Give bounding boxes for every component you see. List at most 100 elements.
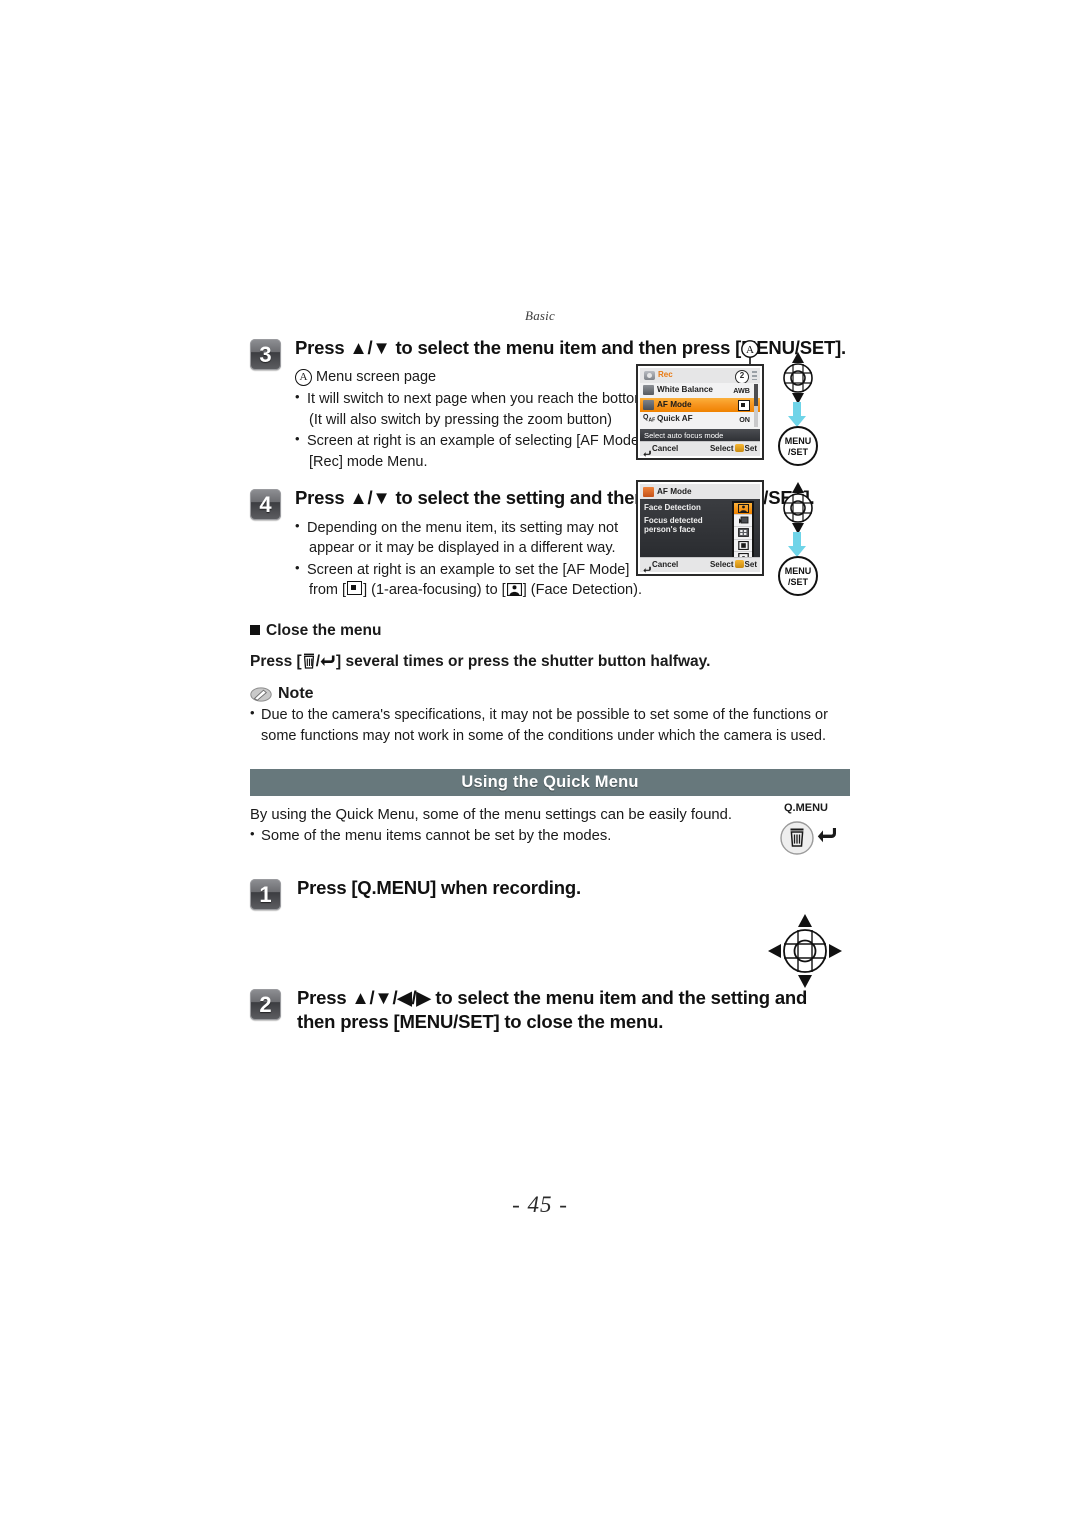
af-option-tracking[interactable] [734,515,752,528]
af-option-face-detection[interactable] [734,503,752,516]
step-4-badge: 4 [250,489,281,521]
quick-step-1: 1 Press [Q.MENU] when recording. [250,876,850,986]
return-arrow-icon [643,561,651,573]
menu-set-button-step4: MENU /SET [777,555,819,602]
close-menu-heading: Close the menu [250,622,850,640]
manual-page: Basic 3 Press ▲/▼ to select the menu ite… [0,0,1080,1528]
set-label: Set [744,444,757,453]
cursor-button-art-step3 [772,352,824,409]
step-3-callout: A Menu screen page [295,367,850,388]
menu-page-number: 2 [735,369,749,384]
step-3-badge: 3 [250,339,281,370]
af-option-one-area[interactable] [734,540,752,552]
menu-row-value: AWB [733,385,750,395]
bullet-line-2: (It will also switch by pressing the zoo… [309,411,613,428]
menu-row[interactable]: QAF Quick AF ON [640,412,760,428]
one-area-focus-icon [347,581,363,596]
note-title: Note [278,685,314,703]
camera-icon [644,371,655,380]
return-arrow-icon [643,445,651,457]
running-head: Basic [525,308,555,323]
list-item: Depending on the menu item, its setting … [295,517,850,559]
quick-menu-intro-text: By using the Quick Menu, some of the men… [250,806,732,823]
quick-af-icon: QAF [643,414,656,424]
af-mode-description-panel: Face Detection Focus detected person's f… [640,499,760,562]
press-post-text: ] several times or press the shutter but… [336,653,711,671]
menu-row-label: Quick AF [657,414,693,423]
af-mid-text: ] (1-area-focusing) to [ [363,582,506,599]
quick-menu-intro-bullet: Some of the menu items cannot be set by … [250,825,850,847]
select-set-label[interactable]: Select Set [710,560,757,569]
trash-icon [302,653,316,669]
list-item: Screen at right is an example of selecti… [295,430,850,472]
note-heading: Note [250,685,850,703]
af-mode-titlebar: AF Mode [640,484,760,500]
face-detection-icon [506,582,522,597]
af-post-text: ] (Face Detection). [522,582,642,599]
step-4-bullets: Depending on the menu item, its setting … [295,517,850,601]
af-mode-icon [643,399,654,410]
note-text: Due to the camera's specifications, it m… [250,704,850,746]
quick-menu-intro: By using the Quick Menu, some of the men… [250,805,850,848]
bullet-line-2: [Rec] mode Menu. [309,453,428,470]
step-3-bullets: It will switch to next page when you rea… [295,388,850,472]
af-mode-title: AF Mode [657,486,692,496]
pencil-icon [250,687,272,702]
camera-screen-af-mode: AF Mode Face Detection Focus detected pe… [636,480,764,576]
white-balance-icon [643,385,654,395]
q-menu-label: Q.MENU [784,802,828,814]
menu-set-chip-icon [734,560,744,568]
quick-step-2-badge: 2 [250,988,281,1020]
q-menu-button-art: Q.MENU [770,802,860,862]
close-menu-heading-text: Close the menu [266,622,382,640]
menu-set-chip-icon [734,444,744,452]
cursor-button-art-step4 [772,482,824,539]
bullet-line-1: Screen at right is an example of selecti… [307,433,659,450]
quick-step-2: 2 Press ▲/▼/◀/▶ to select the menu item … [250,986,850,1035]
menu-row-selected[interactable]: AF Mode [640,397,760,413]
bullet-line-2: from [ ] (1-area-focusing) to [ ] (Face De… [307,580,850,601]
cancel-label[interactable]: Cancel [652,444,678,453]
rec-menu-title: Rec [658,370,673,379]
svg-text:MENU: MENU [785,566,812,576]
press-pre-text: Press [ [250,653,302,671]
page-indicator-dots [752,371,757,380]
select-set-label[interactable]: Select Set [710,444,757,453]
scrollbar-thumb[interactable] [754,384,758,406]
page-number: - 45 - [512,1192,568,1217]
section-band-using-quick-menu: Using the Quick Menu [250,768,850,796]
af-from-text: from [ [309,582,347,599]
four-way-cursor-button-art [762,908,848,999]
menu-footer-bar: Cancel Select Set [640,441,760,457]
svg-text:MENU: MENU [785,436,812,446]
select-label: Select [709,560,734,569]
menu-set-button-step3: MENU /SET [777,425,819,472]
svg-text:A: A [746,344,754,356]
list-item: It will switch to next page when you rea… [295,388,850,430]
menu-row-value: ON [739,414,750,424]
af-option-multi-area[interactable] [734,527,752,540]
close-menu-instruction: Press [/] several times or press the shu… [250,652,850,672]
select-label: Select [709,444,734,453]
svg-text:/SET: /SET [788,577,809,587]
rec-menu-titlebar: Rec 2 [640,368,760,384]
one-area-focus-icon [738,400,750,411]
menu-scrollbar[interactable] [754,384,758,427]
step-3-title: Press ▲/▼ to select the menu item and th… [295,337,846,358]
return-arrow-icon [320,654,336,668]
set-label: Set [744,560,757,569]
svg-text:/SET: /SET [788,447,809,457]
square-bullet-icon [250,625,260,636]
quick-step-1-badge: 1 [250,878,281,910]
af-mode-icon [643,486,654,497]
af-footer-bar: Cancel Select Set [640,557,760,573]
cancel-label[interactable]: Cancel [652,560,678,569]
list-item: Screen at right is an example to set the… [295,559,850,601]
camera-screen-rec-menu: Rec 2 White Balance AWB AF Mode QAF Quic… [636,364,764,460]
bullet-line-2: appear or it may be displayed in a diffe… [309,540,616,557]
af-mode-option-list[interactable] [732,501,754,562]
menu-row-label: White Balance [657,385,713,394]
menu-row[interactable]: White Balance AWB [640,383,760,399]
callout-marker-a: A [295,369,312,387]
af-option-name: Face Detection [644,503,701,512]
